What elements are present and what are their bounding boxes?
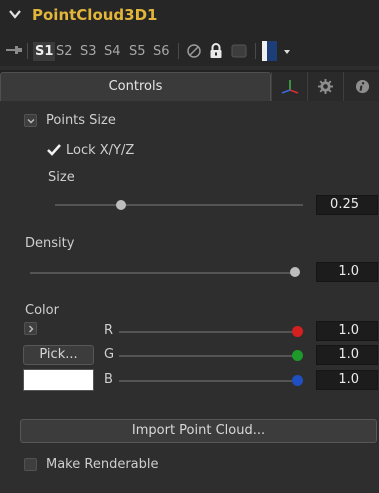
green-slider-knob[interactable] bbox=[292, 350, 303, 361]
slot-s4-button[interactable]: S4 bbox=[102, 42, 123, 61]
chevron-down-icon[interactable] bbox=[8, 7, 22, 21]
tab-controls[interactable]: Controls bbox=[0, 72, 271, 101]
slot-s2-button[interactable]: S2 bbox=[54, 42, 75, 61]
tab-transform[interactable] bbox=[271, 72, 307, 101]
green-slider-track[interactable] bbox=[119, 355, 299, 357]
slot-s3-button[interactable]: S3 bbox=[78, 42, 99, 61]
size-slider-track[interactable] bbox=[55, 204, 303, 206]
circle-slash-icon[interactable] bbox=[186, 43, 202, 59]
slot-s5-button[interactable]: S5 bbox=[127, 42, 148, 61]
info-icon bbox=[355, 79, 370, 94]
color-expand-toggle[interactable] bbox=[24, 322, 37, 335]
pin-icon[interactable] bbox=[6, 45, 22, 55]
red-slider-track[interactable] bbox=[119, 331, 299, 333]
toolbar: S1 S2 S3 S4 S5 S6 bbox=[0, 33, 379, 66]
color-swatch[interactable] bbox=[23, 369, 94, 391]
make-renderable-checkbox[interactable] bbox=[24, 458, 37, 471]
make-renderable-label: Make Renderable bbox=[46, 457, 159, 472]
size-value-field[interactable]: 0.25 bbox=[316, 195, 378, 215]
blue-slider-track[interactable] bbox=[119, 380, 299, 382]
green-channel-label: G bbox=[104, 347, 115, 362]
blue-value-field[interactable]: 1.0 bbox=[316, 370, 378, 390]
pick-button[interactable]: Pick... bbox=[23, 345, 94, 365]
import-point-cloud-button[interactable]: Import Point Cloud... bbox=[20, 419, 377, 443]
red-value-field[interactable]: 1.0 bbox=[316, 321, 378, 341]
red-channel-label: R bbox=[104, 323, 114, 338]
checkmark-icon bbox=[47, 144, 61, 156]
color-picker-icon[interactable] bbox=[262, 41, 292, 61]
lock-xyz-checkbox[interactable] bbox=[46, 143, 62, 157]
node-title: PointCloud3D1 bbox=[32, 6, 158, 24]
density-slider-track[interactable] bbox=[30, 272, 298, 274]
size-label: Size bbox=[48, 170, 75, 185]
chevron-down-icon bbox=[27, 119, 35, 124]
blue-slider-knob[interactable] bbox=[292, 375, 303, 386]
chevron-right-icon bbox=[29, 325, 34, 333]
color-label: Color bbox=[25, 303, 59, 318]
slot-s1-button[interactable]: S1 bbox=[33, 42, 56, 61]
swatch-icon[interactable] bbox=[231, 44, 247, 58]
blue-channel-label: B bbox=[104, 372, 113, 387]
green-value-field[interactable]: 1.0 bbox=[316, 345, 378, 365]
density-label: Density bbox=[25, 236, 75, 251]
lock-icon[interactable] bbox=[209, 42, 223, 59]
density-value-field[interactable]: 1.0 bbox=[316, 262, 378, 282]
points-size-label: Points Size bbox=[46, 113, 116, 128]
red-slider-knob[interactable] bbox=[292, 326, 303, 337]
slot-s6-button[interactable]: S6 bbox=[151, 42, 172, 61]
toolbar-divider bbox=[27, 43, 28, 59]
node-header: PointCloud3D1 bbox=[0, 0, 379, 33]
density-slider-knob[interactable] bbox=[290, 267, 300, 277]
size-slider-knob[interactable] bbox=[116, 200, 126, 210]
gear-icon bbox=[318, 79, 333, 94]
tab-settings[interactable] bbox=[307, 72, 343, 101]
toolbar-divider bbox=[178, 43, 179, 59]
tab-info[interactable] bbox=[343, 72, 379, 101]
axis-icon bbox=[281, 80, 299, 94]
points-size-collapse-toggle[interactable] bbox=[24, 114, 37, 127]
toolbar-divider bbox=[255, 43, 256, 59]
lock-xyz-label: Lock X/Y/Z bbox=[66, 143, 135, 158]
